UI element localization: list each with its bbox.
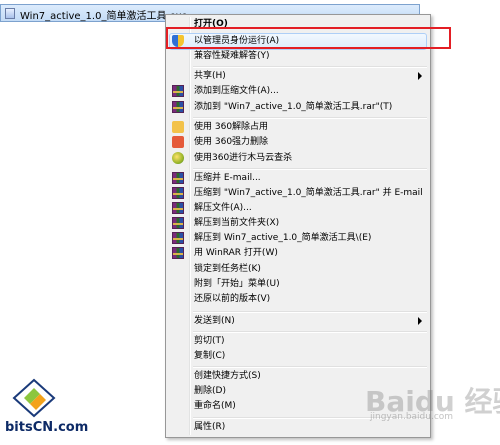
exe-file-icon [5,8,15,19]
menu-item-compatibility[interactable]: 兼容性疑难解答(Y) [168,48,428,64]
menu-item-label: 附到「开始」菜单(U) [194,279,280,289]
menu-item-label: 兼容性疑难解答(Y) [194,51,270,61]
winrar-icon [172,232,184,244]
menu-item-label: 还原以前的版本(V) [194,294,271,304]
submenu-arrow-icon [418,72,422,80]
menu-item-add-to-rar[interactable]: 添加到 "Win7_active_1.0_简单激活工具.rar"(T) [168,99,428,115]
menu-item-extract-here[interactable]: 解压到当前文件夹(X) [168,215,428,231]
360-delete-icon [172,136,184,148]
annotation-highlight-box [166,27,451,49]
menu-item-share[interactable]: 共享(H) [168,68,428,84]
menu-item-label: 添加到 "Win7_active_1.0_简单激活工具.rar"(T) [194,102,393,112]
menu-item-cut[interactable]: 剪切(T) [168,333,428,349]
menu-item-label: 解压到 Win7_active_1.0_简单激活工具\(E) [194,233,372,243]
menu-item-label: 发送到(N) [194,316,235,326]
menu-item-360-delete[interactable]: 使用 360强力删除 [168,134,428,150]
360-unlock-icon [172,121,184,133]
menu-item-restore-previous[interactable]: 还原以前的版本(V) [168,291,428,307]
winrar-icon [172,187,184,199]
winrar-icon [172,202,184,214]
menu-item-label: 剪切(T) [194,336,225,346]
baidu-watermark-url: jingyan.baidu.com [370,412,454,422]
winrar-icon [172,172,184,184]
winrar-icon [172,101,184,113]
menu-item-send-to[interactable]: 发送到(N) [168,313,428,329]
menu-item-extract-files[interactable]: 解压文件(A)... [168,200,428,216]
context-menu: 打开(O) 以管理员身份运行(A) 兼容性疑难解答(Y) 共享(H) 添加到压缩… [165,14,431,438]
menu-item-label: 锁定到任务栏(K) [194,264,261,274]
submenu-arrow-icon [418,317,422,325]
menu-item-pin-taskbar[interactable]: 锁定到任务栏(K) [168,261,428,277]
menu-item-360-unlock[interactable]: 使用 360解除占用 [168,119,428,135]
menu-item-label: 解压文件(A)... [194,203,252,213]
menu-item-compress-to-rar-email[interactable]: 压缩到 "Win7_active_1.0_简单激活工具.rar" 并 E-mai… [168,185,428,201]
winrar-icon [172,247,184,259]
menu-item-open-with-winrar[interactable]: 用 WinRAR 打开(W) [168,245,428,261]
menu-item-pin-start[interactable]: 附到「开始」菜单(U) [168,276,428,292]
menu-item-label: 使用 360强力删除 [194,137,269,147]
menu-item-label: 用 WinRAR 打开(W) [194,248,278,258]
bitscn-logo-icon [12,378,56,418]
menu-item-360-scan[interactable]: 使用360进行木马云查杀 [168,150,428,166]
menu-item-label: 压缩并 E-mail... [194,173,261,183]
winrar-icon [172,85,184,97]
menu-item-label: 使用 360解除占用 [194,122,269,132]
menu-item-label: 删除(D) [194,386,226,396]
menu-item-extract-to-folder[interactable]: 解压到 Win7_active_1.0_简单激活工具\(E) [168,230,428,246]
menu-item-label: 压缩到 "Win7_active_1.0_简单激活工具.rar" 并 E-mai… [194,188,423,198]
menu-item-label: 属性(R) [194,422,226,432]
menu-item-label: 创建快捷方式(S) [194,371,261,381]
menu-item-copy[interactable]: 复制(C) [168,348,428,364]
menu-item-label: 复制(C) [194,351,226,361]
menu-item-compress-email[interactable]: 压缩并 E-mail... [168,170,428,186]
bitscn-watermark: bitsCN.com [5,420,89,435]
winrar-icon [172,217,184,229]
menu-item-label: 添加到压缩文件(A)... [194,86,279,96]
menu-item-label: 使用360进行木马云查杀 [194,153,293,163]
menu-item-label: 共享(H) [194,71,226,81]
menu-item-label: 解压到当前文件夹(X) [194,218,280,228]
file-name: Win7_active_1.0_简单激活工具.exe [20,11,188,22]
360-scan-icon [172,152,184,164]
menu-item-add-to-archive[interactable]: 添加到压缩文件(A)... [168,83,428,99]
menu-item-label: 重命名(M) [194,401,236,411]
